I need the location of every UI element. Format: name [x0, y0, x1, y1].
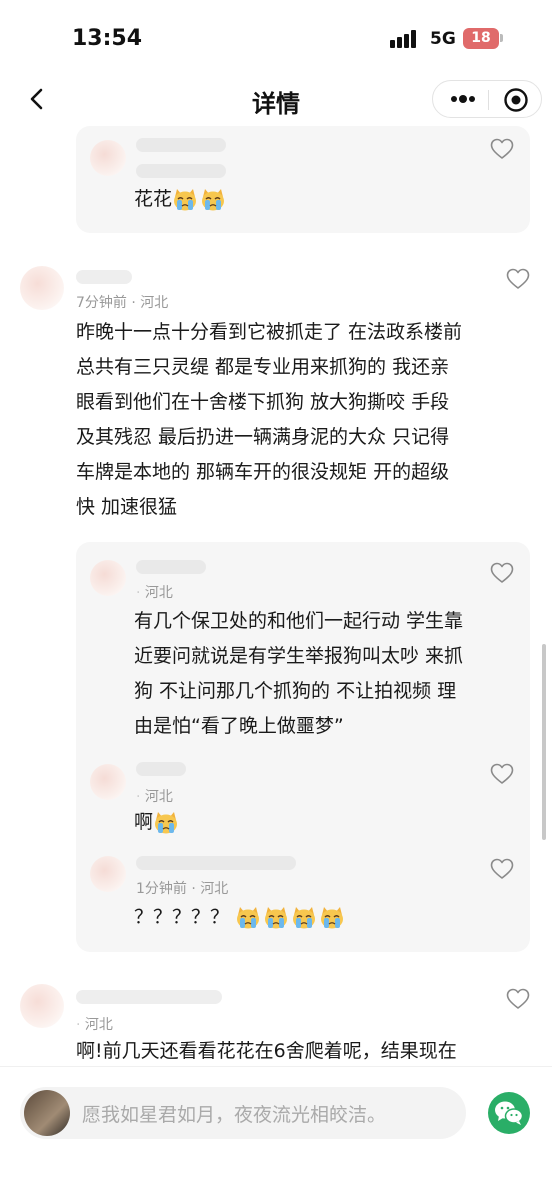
avatar — [90, 560, 126, 596]
reply-thread: · 河北 有几个保卫处的和他们一起行动 学生靠 近要问就说是有学生举报狗叫太吵 … — [76, 542, 530, 952]
user-meta-obscured — [136, 164, 226, 178]
heart-outline-icon[interactable] — [490, 138, 514, 160]
battery-tip — [500, 34, 503, 42]
reply-meta: · 河北 — [136, 789, 173, 805]
avatar — [24, 1090, 70, 1136]
crying-cat-emoji-icon — [200, 188, 226, 212]
crying-cat-emoji-icon — [263, 906, 289, 930]
comment-text: 啊!前几天还看看花花在6舍爬着呢，结果现在 — [76, 1040, 457, 1062]
status-time: 13:54 — [72, 26, 143, 51]
user-name-obscured — [136, 560, 206, 574]
signal-strength-icon — [390, 30, 420, 48]
mini-program-close-icon[interactable] — [503, 87, 529, 113]
avatar — [90, 140, 126, 176]
comment-meta: · 河北 — [76, 1017, 113, 1033]
crying-cat-emoji-icon — [291, 906, 317, 930]
comment-input[interactable]: 愿我如星君如月，夜夜流光相皎洁。 — [20, 1087, 466, 1139]
reply-meta: 1分钟前 · 河北 — [136, 881, 229, 897]
comment-input-bar: 愿我如星君如月，夜夜流光相皎洁。 — [0, 1066, 552, 1200]
wechat-icon[interactable] — [487, 1091, 531, 1135]
crying-cat-emoji-icon — [172, 188, 198, 212]
user-name-obscured — [76, 990, 222, 1004]
comment-input-placeholder: 愿我如星君如月，夜夜流光相皎洁。 — [82, 1104, 387, 1126]
avatar — [90, 856, 126, 892]
heart-outline-icon[interactable] — [506, 268, 530, 290]
heart-outline-icon[interactable] — [490, 858, 514, 880]
user-name-obscured — [136, 762, 186, 776]
more-dots-icon[interactable] — [449, 89, 477, 109]
user-name-obscured — [76, 270, 132, 284]
heart-outline-icon[interactable] — [506, 988, 530, 1010]
status-bar: 13:54 5G 18 — [0, 0, 552, 80]
mini-program-capsule — [432, 80, 542, 118]
capsule-divider — [488, 90, 489, 110]
user-name-obscured — [136, 856, 296, 870]
reply-meta: · 河北 — [136, 585, 173, 601]
battery-icon: 18 — [463, 28, 499, 49]
avatar — [90, 764, 126, 800]
reply-text: 有几个保卫处的和他们一起行动 学生靠 近要问就说是有学生举报狗叫太吵 来抓 狗 … — [134, 610, 464, 737]
scrollbar[interactable] — [542, 644, 546, 840]
comment-meta: 7分钟前 · 河北 — [76, 295, 169, 311]
avatar[interactable] — [20, 266, 64, 310]
heart-outline-icon[interactable] — [490, 562, 514, 584]
crying-cat-emoji-icon — [235, 906, 261, 930]
avatar[interactable] — [20, 984, 64, 1028]
reply-text: 啊 — [134, 805, 181, 840]
reply-text: ？？？？？ — [134, 900, 347, 935]
comment-text: 昨晚十一点十分看到它被抓走了 在法政系楼前 总共有三只灵缇 都是专业用来抓狗的 … — [76, 321, 463, 518]
network-type: 5G — [430, 29, 456, 49]
comment-list[interactable]: 花花 7分钟前 · 河北 昨晚十一点十分看到它被抓走了 在法政系楼前 总共有三只… — [0, 126, 552, 1066]
crying-cat-emoji-icon — [153, 811, 179, 835]
heart-outline-icon[interactable] — [490, 763, 514, 785]
reply-thread: 花花 — [76, 126, 530, 233]
reply-text: 花花 — [134, 182, 228, 217]
crying-cat-emoji-icon — [319, 906, 345, 930]
nav-bar: 详情 — [0, 80, 552, 126]
user-name-obscured — [136, 138, 226, 152]
